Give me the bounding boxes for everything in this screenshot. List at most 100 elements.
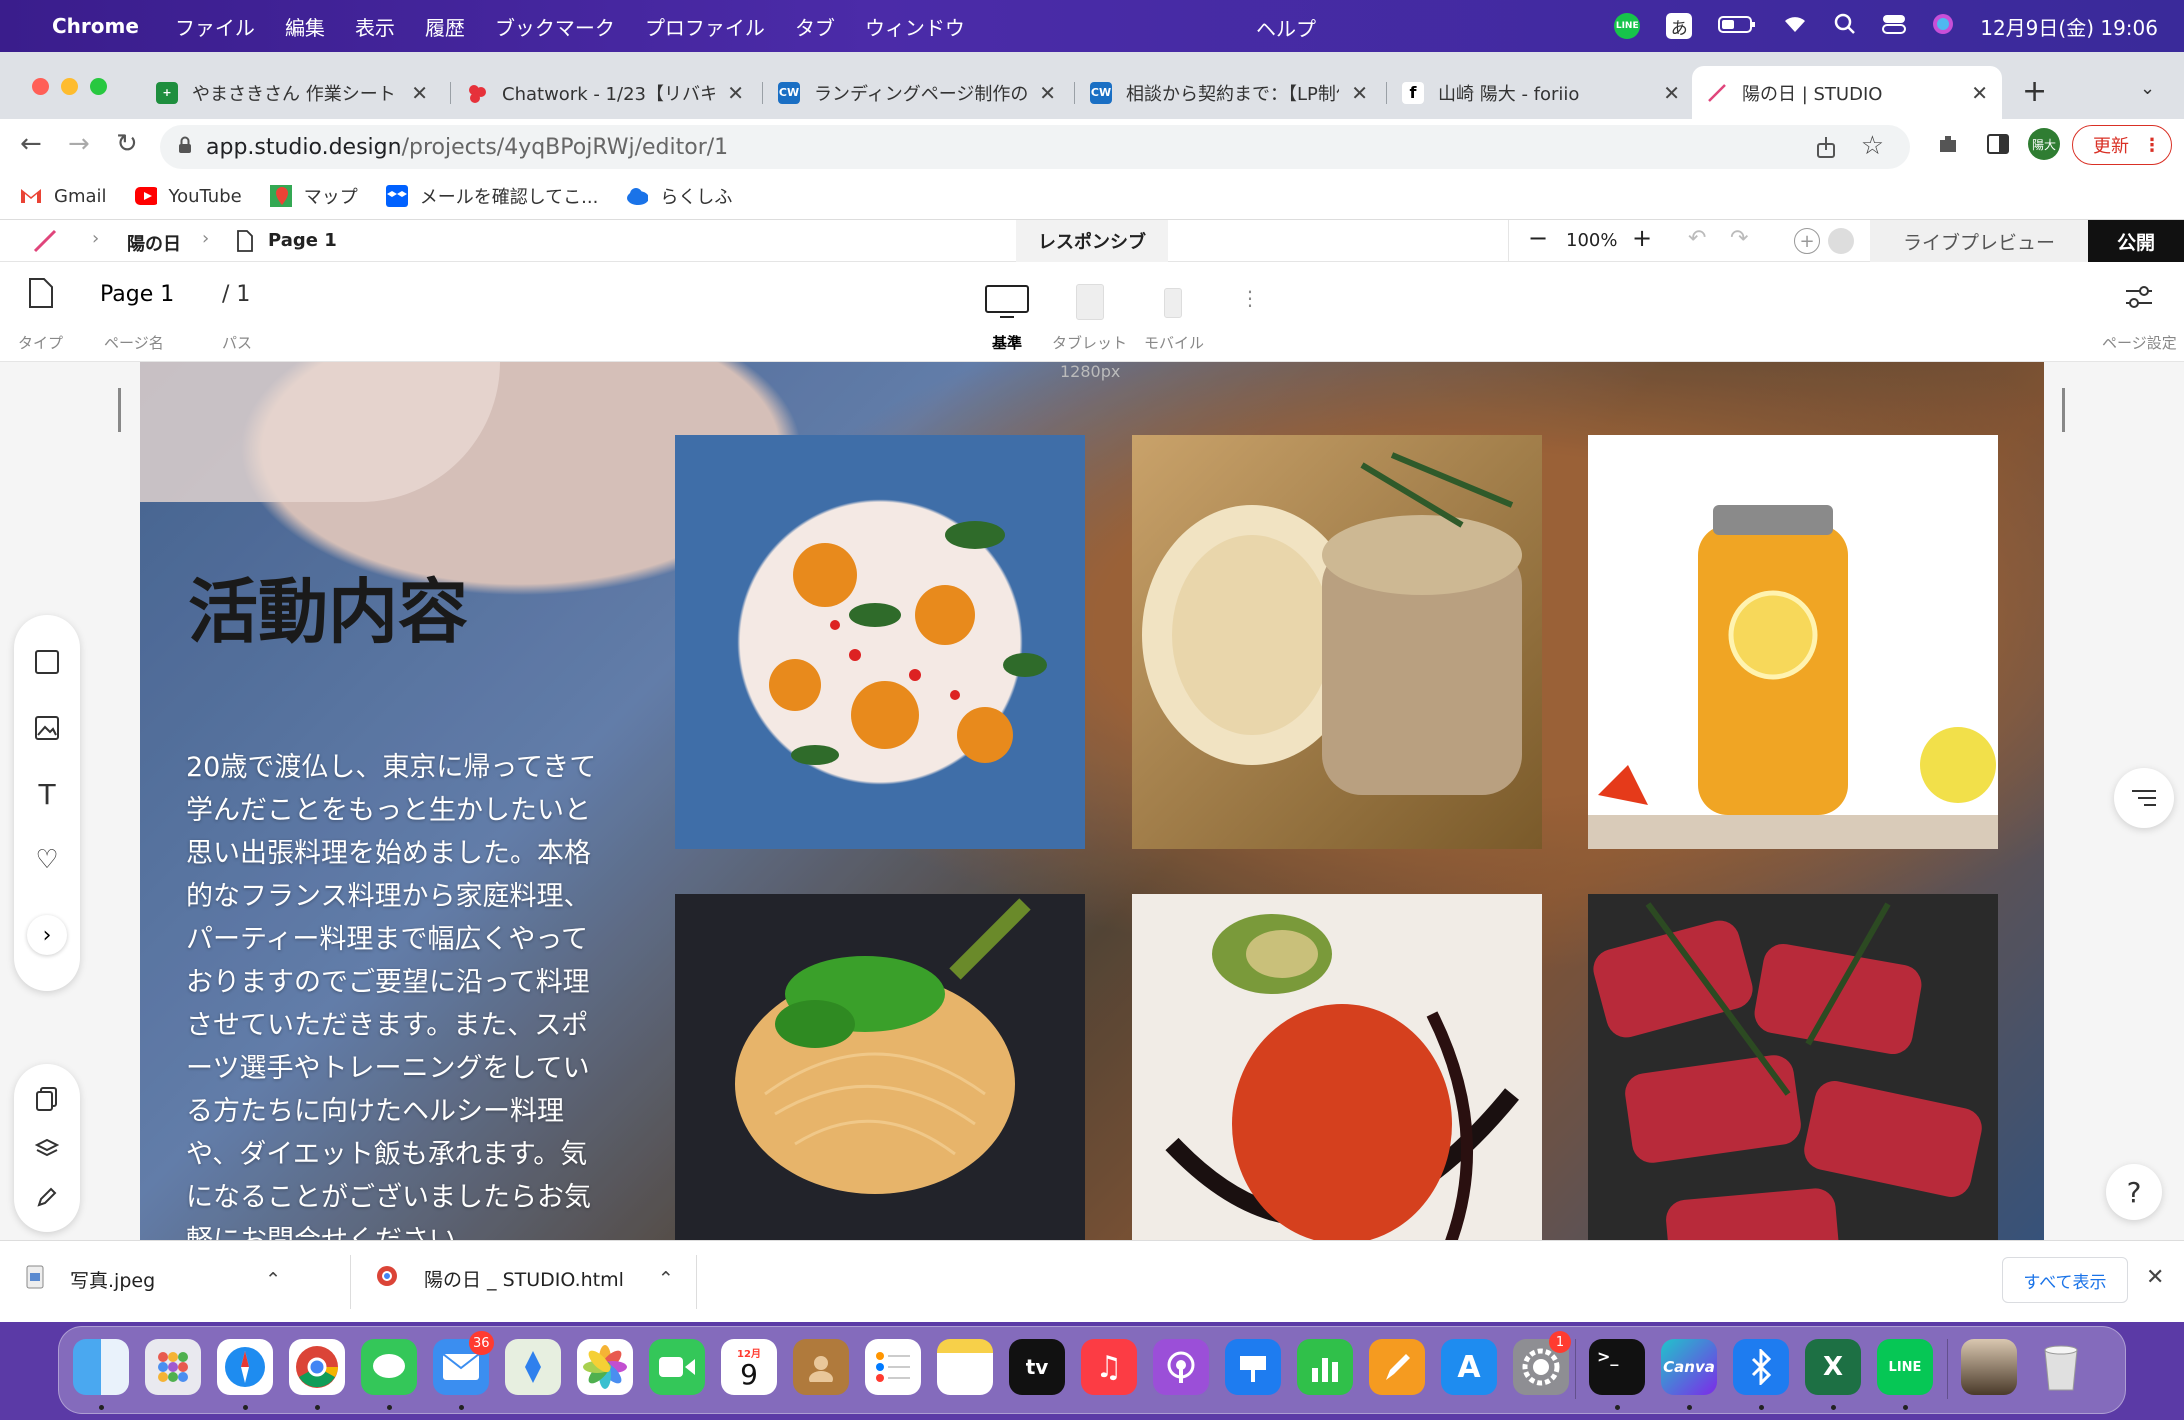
heart-tool-icon[interactable]: ♡ — [32, 845, 62, 875]
line-icon[interactable]: LINE — [1877, 1339, 1933, 1395]
control-center-icon[interactable] — [1882, 13, 1907, 40]
chrome-icon[interactable] — [289, 1339, 345, 1395]
menu-app-name[interactable]: Chrome — [52, 14, 139, 38]
share-icon[interactable] — [1816, 135, 1836, 165]
box-tool-icon[interactable] — [32, 647, 62, 677]
page-name-field[interactable]: Page 1 — [100, 282, 174, 307]
undo-icon[interactable]: ↶ — [1688, 226, 1706, 251]
photo-ratatouille[interactable] — [1132, 894, 1542, 1240]
section-body-text[interactable]: 20歳で渡仏し、東京に帰ってきて学んだことをもっと生かしたいと思い出張料理を始め… — [186, 746, 600, 1240]
download-item[interactable]: 陽の日 _ STUDIO.html ⌃ — [376, 1265, 674, 1292]
path-field[interactable]: / 1 — [222, 282, 250, 307]
tab-studio[interactable]: 陽の日 | STUDIO ✕ — [1692, 66, 2002, 119]
tab-chatwork[interactable]: Chatwork - 1/23【リバキャ ✕ — [452, 66, 758, 119]
expand-chevron-icon[interactable]: › — [27, 915, 67, 955]
bookmark-maps[interactable]: マップ — [269, 183, 358, 209]
show-all-button[interactable]: すべて表示 — [2002, 1257, 2128, 1303]
properties-panel-icon[interactable] — [2114, 768, 2174, 828]
tablet-breakpoint-icon[interactable] — [1076, 284, 1104, 320]
desktop-breakpoint-icon[interactable] — [984, 284, 1030, 324]
menu-tab[interactable]: タブ — [795, 12, 835, 41]
bookmark-youtube[interactable]: YouTube — [134, 185, 242, 207]
reload-icon[interactable]: ↻ — [116, 129, 138, 159]
photo-salad[interactable] — [675, 435, 1085, 849]
maps-icon[interactable] — [505, 1339, 561, 1395]
menu-history[interactable]: 履歴 — [425, 12, 465, 41]
menu-view[interactable]: 表示 — [355, 12, 395, 41]
section-heading[interactable]: 活動内容 — [188, 556, 468, 657]
page-canvas[interactable]: 活動内容 20歳で渡仏し、東京に帰ってきて学んだことをもっと生かしたいと思い出張… — [140, 362, 2044, 1240]
keynote-icon[interactable] — [1225, 1339, 1281, 1395]
page-settings-icon[interactable] — [2124, 284, 2154, 314]
chevron-up-icon[interactable]: ⌃ — [658, 1268, 674, 1290]
line-status-icon[interactable]: LINE — [1614, 13, 1641, 39]
tab-cw-contract[interactable]: CW 相談から契約まで：【LP制作 ✕ — [1076, 66, 1382, 119]
extensions-icon[interactable] — [1936, 132, 1960, 160]
pages-app-icon[interactable] — [1369, 1339, 1425, 1395]
terminal-icon[interactable]: >_ — [1589, 1339, 1645, 1395]
image-tool-icon[interactable] — [32, 713, 62, 743]
studio-logo-icon[interactable] — [32, 228, 58, 259]
photo-roast-beef[interactable] — [1588, 894, 1998, 1240]
wifi-icon[interactable] — [1782, 14, 1808, 39]
breadcrumb-page[interactable]: Page 1 — [268, 230, 337, 251]
more-breakpoints-icon[interactable]: ⋮ — [1240, 286, 1260, 310]
close-icon[interactable]: ✕ — [1971, 81, 1988, 105]
safari-icon[interactable] — [217, 1339, 273, 1395]
menu-profiles[interactable]: プロファイル — [645, 12, 765, 41]
close-icon[interactable]: ✕ — [1351, 81, 1368, 105]
trash-icon[interactable] — [2033, 1339, 2089, 1395]
zoom-window-button[interactable] — [90, 78, 107, 95]
side-panel-icon[interactable] — [1986, 132, 2010, 160]
tab-cw-lp[interactable]: CW ランディングページ制作の依 ✕ — [764, 66, 1070, 119]
download-item[interactable]: 写真.jpeg ⌃ — [26, 1265, 281, 1294]
menu-edit[interactable]: 編集 — [285, 12, 325, 41]
close-window-button[interactable] — [32, 78, 49, 95]
mobile-breakpoint-icon[interactable] — [1164, 288, 1182, 318]
menu-bookmarks[interactable]: ブックマーク — [495, 12, 615, 41]
profile-avatar[interactable]: 陽大 — [2028, 128, 2060, 160]
messages-icon[interactable] — [361, 1339, 417, 1395]
contacts-icon[interactable] — [793, 1339, 849, 1395]
bookmark-rakushifu[interactable]: らくしふ — [626, 183, 732, 209]
chevron-up-icon[interactable]: ⌃ — [265, 1269, 281, 1291]
responsive-tab[interactable]: レスポンシブ — [1016, 220, 1168, 262]
minimize-window-button[interactable] — [61, 78, 78, 95]
tab-sheets[interactable]: + やまさきさん 作業シート - G ✕ — [142, 66, 442, 119]
resize-handle-left[interactable] — [118, 388, 121, 432]
photo-lemon-drink[interactable] — [1588, 435, 1998, 849]
pen-icon[interactable] — [32, 1182, 62, 1212]
siri-icon[interactable] — [1932, 13, 1954, 40]
close-icon[interactable]: ✕ — [2146, 1265, 2164, 1290]
photos-icon[interactable] — [577, 1339, 633, 1395]
bookmark-dropbox[interactable]: メールを確認してこ... — [385, 183, 598, 209]
back-icon[interactable]: ← — [20, 129, 42, 159]
facetime-icon[interactable] — [649, 1339, 705, 1395]
close-icon[interactable]: ✕ — [1039, 81, 1056, 105]
pages-icon[interactable] — [32, 1084, 62, 1114]
tab-search-chevron-icon[interactable]: ⌄ — [2140, 78, 2155, 99]
zoom-level[interactable]: 100% — [1566, 230, 1617, 251]
avatar[interactable] — [1828, 228, 1854, 254]
breadcrumb-project[interactable]: 陽の日 — [127, 230, 181, 256]
menu-help[interactable]: ヘルプ — [1256, 13, 1316, 42]
add-member-icon[interactable]: + — [1794, 228, 1820, 254]
publish-button[interactable]: 公開 — [2088, 220, 2184, 262]
calendar-icon[interactable]: 12月 9 — [721, 1339, 777, 1395]
tab-foriio[interactable]: f 山崎 陽大 - foriio ✕ — [1388, 66, 1694, 119]
close-icon[interactable]: ✕ — [411, 81, 428, 105]
excel-icon[interactable]: X — [1805, 1339, 1861, 1395]
text-tool-icon[interactable]: T — [32, 778, 62, 811]
layers-icon[interactable] — [32, 1134, 62, 1164]
app-store-icon[interactable]: A — [1441, 1339, 1497, 1395]
new-tab-icon[interactable]: + — [2022, 74, 2047, 109]
photo-pasta[interactable] — [675, 894, 1085, 1240]
menu-window[interactable]: ウィンドウ — [865, 12, 965, 41]
music-icon[interactable]: ♫ — [1081, 1339, 1137, 1395]
search-icon[interactable] — [1834, 13, 1856, 40]
launchpad-icon[interactable] — [145, 1339, 201, 1395]
close-icon[interactable]: ✕ — [727, 81, 744, 105]
address-bar[interactable]: app.studio.design/projects/4yqBPojRWj/ed… — [160, 125, 1910, 169]
notes-icon[interactable] — [937, 1339, 993, 1395]
zoom-out-icon[interactable]: − — [1528, 224, 1548, 252]
